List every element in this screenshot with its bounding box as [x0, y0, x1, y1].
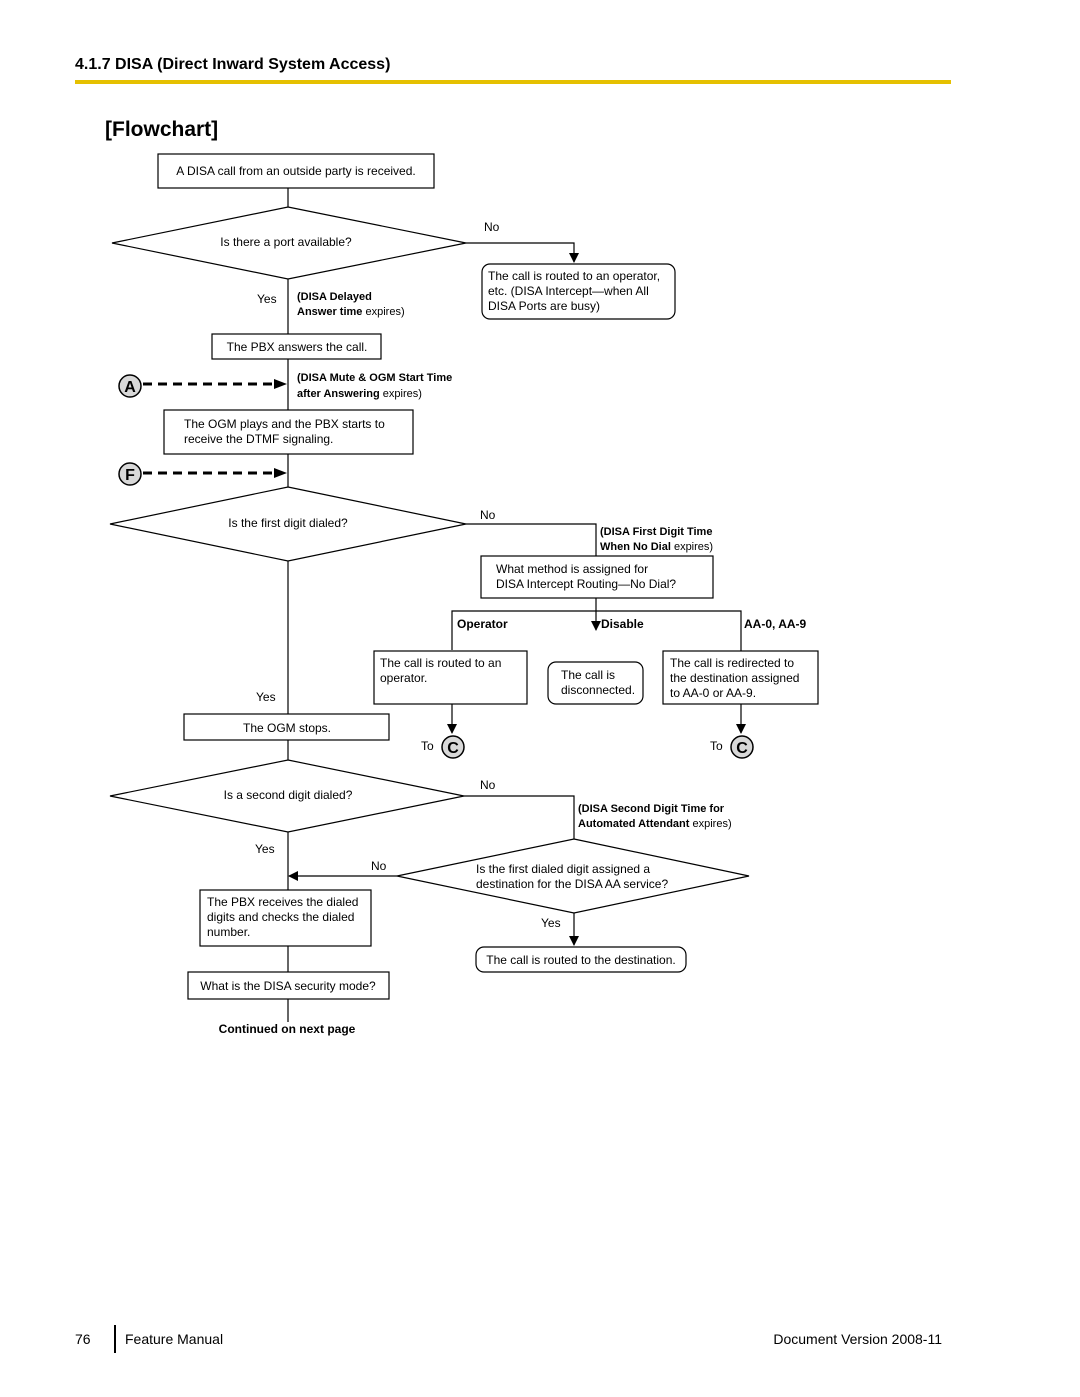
footer-divider: [114, 1325, 116, 1353]
connector-f-icon[interactable]: F: [118, 462, 142, 486]
no-label-second-digit: No: [480, 778, 496, 792]
arrowhead-a: [274, 379, 287, 389]
intercept-method-line-2: DISA Intercept Routing—No Dial?: [496, 577, 676, 591]
first-digit-note-2: When No Dial expires): [600, 541, 713, 553]
to-label-right: To: [710, 739, 723, 753]
redirected-line-2: the destination assigned: [670, 671, 799, 685]
yes-label-first-digit: Yes: [256, 690, 276, 704]
decision-aa-line-1: Is the first dialed digit assigned a: [476, 862, 650, 876]
connector-c-left-icon[interactable]: C: [441, 735, 465, 759]
port-busy-line-2: etc. (DISA Intercept—when All: [488, 284, 649, 298]
redirected-line-1: The call is redirected to: [670, 656, 794, 670]
no-line-first-digit: [466, 523, 597, 556]
arrowhead-f: [274, 468, 287, 478]
mute-ogm-note-1: (DISA Mute & OGM Start Time: [297, 372, 452, 384]
document-version: Document Version 2008-11: [773, 1331, 942, 1347]
svg-text:C: C: [736, 740, 748, 757]
yes-label-aa: Yes: [541, 916, 561, 930]
pbx-answers-text: The PBX answers the call.: [227, 340, 368, 354]
ogm-stops-text: The OGM stops.: [243, 721, 331, 735]
delayed-answer-note-2: Answer time expires): [297, 306, 405, 318]
ogm-plays-line-2: receive the DTMF signaling.: [184, 432, 333, 446]
redirected-line-3: to AA-0 or AA-9.: [670, 686, 756, 700]
no-label-first-digit: No: [480, 508, 496, 522]
routed-operator-line-2: operator.: [380, 671, 427, 685]
decision-aa-shape: [396, 838, 750, 914]
pbx-receives-line-1: The PBX receives the dialed: [207, 895, 358, 909]
routed-destination-text: The call is routed to the destination.: [486, 953, 675, 967]
flowchart-diagram: A F C C To To A DISA call from an outsid…: [109, 153, 819, 1036]
to-label-left: To: [421, 739, 434, 753]
disconnected-line-2: disconnected.: [561, 683, 635, 697]
start-text: A DISA call from an outside party is rec…: [176, 164, 415, 178]
port-busy-line-1: The call is routed to an operator,: [488, 269, 660, 283]
delayed-answer-note-1: (DISA Delayed: [297, 291, 372, 303]
branch-operator-label: Operator: [457, 617, 508, 631]
manual-title: Feature Manual: [125, 1331, 224, 1347]
decision-first-digit-text: Is the first digit dialed?: [228, 516, 348, 530]
no-line-second-digit: [464, 795, 575, 839]
decision-port-text: Is there a port available?: [220, 235, 352, 249]
connector-c-right-icon[interactable]: C: [730, 735, 754, 759]
no-arrow-port: [466, 242, 579, 263]
decision-second-digit-text: Is a second digit dialed?: [224, 788, 353, 802]
mute-ogm-note-2: after Answering expires): [297, 388, 422, 400]
svg-text:A: A: [124, 379, 136, 396]
second-digit-note-2: Automated Attendant expires): [578, 818, 732, 830]
continued-note[interactable]: Continued on next page: [219, 1022, 356, 1036]
second-digit-note-1: (DISA Second Digit Time for: [578, 803, 725, 815]
connector-a-icon[interactable]: A: [118, 374, 142, 398]
page-number: 76: [75, 1331, 91, 1347]
yes-label-port: Yes: [257, 292, 277, 306]
pbx-receives-line-2: digits and checks the dialed: [207, 910, 354, 924]
pbx-receives-line-3: number.: [207, 925, 250, 939]
svg-text:C: C: [447, 740, 459, 757]
branch-disable-label: Disable: [601, 617, 644, 631]
port-busy-line-3: DISA Ports are busy): [488, 299, 600, 313]
svg-text:F: F: [125, 467, 135, 484]
first-digit-note-1: (DISA First Digit Time: [600, 526, 712, 538]
yes-label-second-digit: Yes: [255, 842, 275, 856]
branch-aa-label: AA-0, AA-9: [744, 617, 807, 631]
disconnected-line-1: The call is: [561, 668, 615, 682]
ogm-plays-line-1: The OGM plays and the PBX starts to: [184, 417, 385, 431]
security-mode-text: What is the DISA security mode?: [200, 979, 376, 993]
routed-operator-line-1: The call is routed to an: [380, 656, 501, 670]
no-label-port: No: [484, 220, 500, 234]
decision-aa-line-2: destination for the DISA AA service?: [476, 877, 668, 891]
no-label-aa: No: [371, 859, 387, 873]
intercept-method-line-1: What method is assigned for: [496, 562, 648, 576]
